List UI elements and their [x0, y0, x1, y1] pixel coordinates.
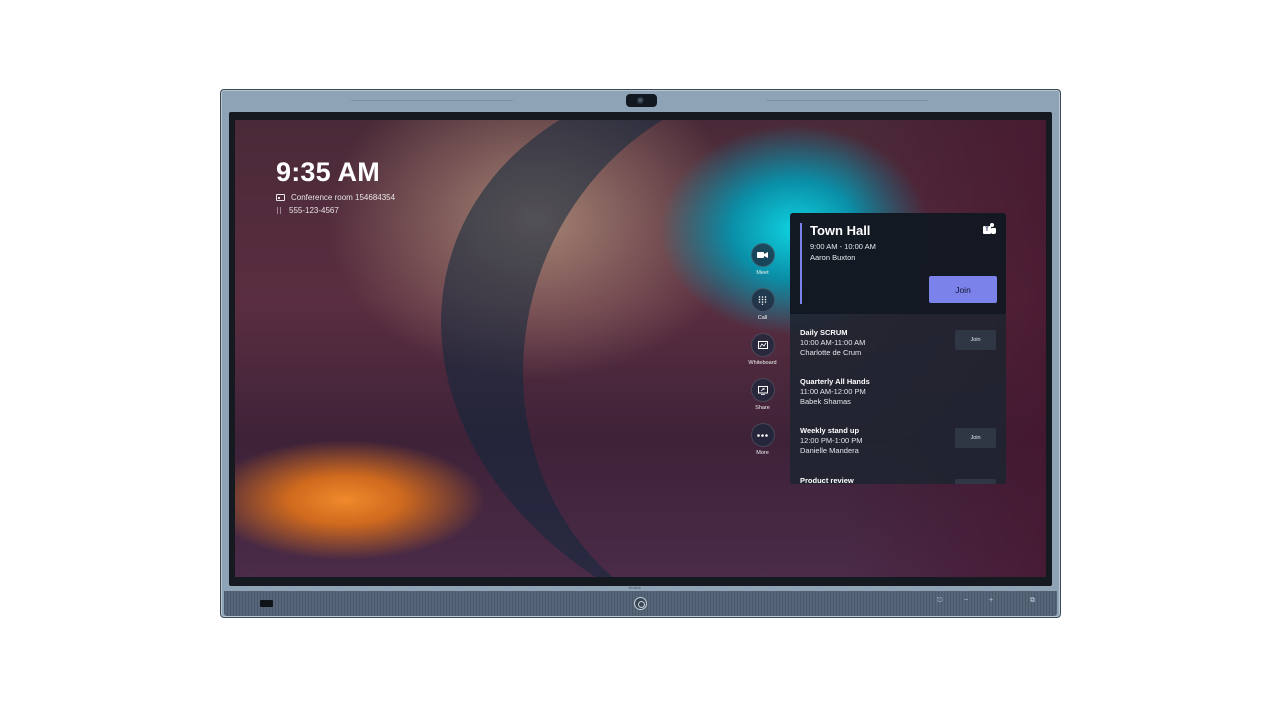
speaker-slot-right	[766, 100, 928, 101]
display-device: 9:35 AM Conference room 154684354 555-12…	[220, 89, 1061, 618]
phone-info: 555-123-4567	[276, 206, 339, 215]
volume-up-icon[interactable]: +	[989, 597, 993, 604]
video-camera-icon	[750, 243, 775, 267]
featured-meeting-card[interactable]: Town Hall 9:00 AM - 10:00 AM Aaron Buxto…	[790, 213, 1006, 314]
whiteboard-label: Whiteboard	[748, 360, 777, 366]
share-label: Share	[755, 405, 770, 411]
call-label: Call	[757, 315, 768, 321]
dialpad-icon	[276, 207, 283, 214]
meeting-list-item[interactable]: Quarterly All Hands 11:00 AM-12:00 PM Ba…	[800, 377, 996, 406]
join-weekly-stand-up-button[interactable]: Join	[955, 428, 996, 448]
meeting-organizer: Babek Shamas	[800, 397, 851, 406]
whiteboard-button[interactable]: Whiteboard	[748, 333, 777, 366]
share-screen-icon	[750, 378, 775, 402]
power-button[interactable]	[634, 597, 647, 610]
whiteboard-icon	[750, 333, 775, 357]
cast-icon	[276, 194, 285, 201]
meeting-title: Quarterly All Hands	[800, 377, 870, 386]
sensor-window	[260, 600, 273, 607]
room-name: Conference room 154684354	[291, 193, 396, 202]
meet-label: Meet	[756, 270, 769, 276]
phone-number: 555-123-4567	[289, 206, 339, 215]
meetings-panel: Town Hall 9:00 AM - 10:00 AM Aaron Buxto…	[790, 213, 1006, 484]
more-dots-icon	[750, 423, 775, 447]
brand-logo: Yealink	[628, 585, 641, 590]
device-speaker-bar: ⎋ − + ⧉	[224, 591, 1057, 616]
meeting-list-item[interactable]: Daily SCRUM 10:00 AM-11:00 AM Charlotte …	[800, 328, 996, 357]
join-product-review-button[interactable]	[955, 479, 996, 484]
meeting-list-item[interactable]: Product review	[800, 476, 996, 484]
webcam	[626, 94, 657, 107]
room-info: Conference room 154684354	[276, 193, 395, 202]
meeting-time: 11:00 AM-12:00 PM	[800, 387, 866, 396]
teams-icon: T	[983, 223, 996, 235]
input-source-icon[interactable]: ⎋	[937, 597, 943, 605]
meet-button[interactable]: Meet	[749, 243, 776, 276]
volume-down-icon[interactable]: −	[964, 597, 968, 604]
featured-meeting-title: Town Hall	[810, 223, 871, 238]
meeting-accent-bar	[800, 223, 802, 304]
more-button[interactable]: More	[749, 423, 776, 456]
call-button[interactable]: Call	[749, 288, 776, 321]
share-button[interactable]: Share	[749, 378, 776, 411]
camera-lens	[637, 97, 645, 105]
clock: 9:35 AM	[276, 157, 380, 187]
join-daily-scrum-button[interactable]: Join	[955, 330, 996, 350]
join-town-hall-button[interactable]: Join	[929, 276, 997, 303]
dialpad-icon	[750, 288, 775, 312]
featured-meeting-organizer: Aaron Buxton	[810, 253, 856, 262]
featured-meeting-time: 9:00 AM - 10:00 AM	[810, 242, 876, 251]
meeting-list-item[interactable]: Weekly stand up 12:00 PM-1:00 PM Daniell…	[800, 426, 996, 455]
settings-icon[interactable]: ⧉	[1030, 597, 1035, 605]
speaker-slot-left	[351, 100, 513, 101]
home-screen: 9:35 AM Conference room 154684354 555-12…	[235, 120, 1046, 577]
more-label: More	[756, 450, 769, 456]
